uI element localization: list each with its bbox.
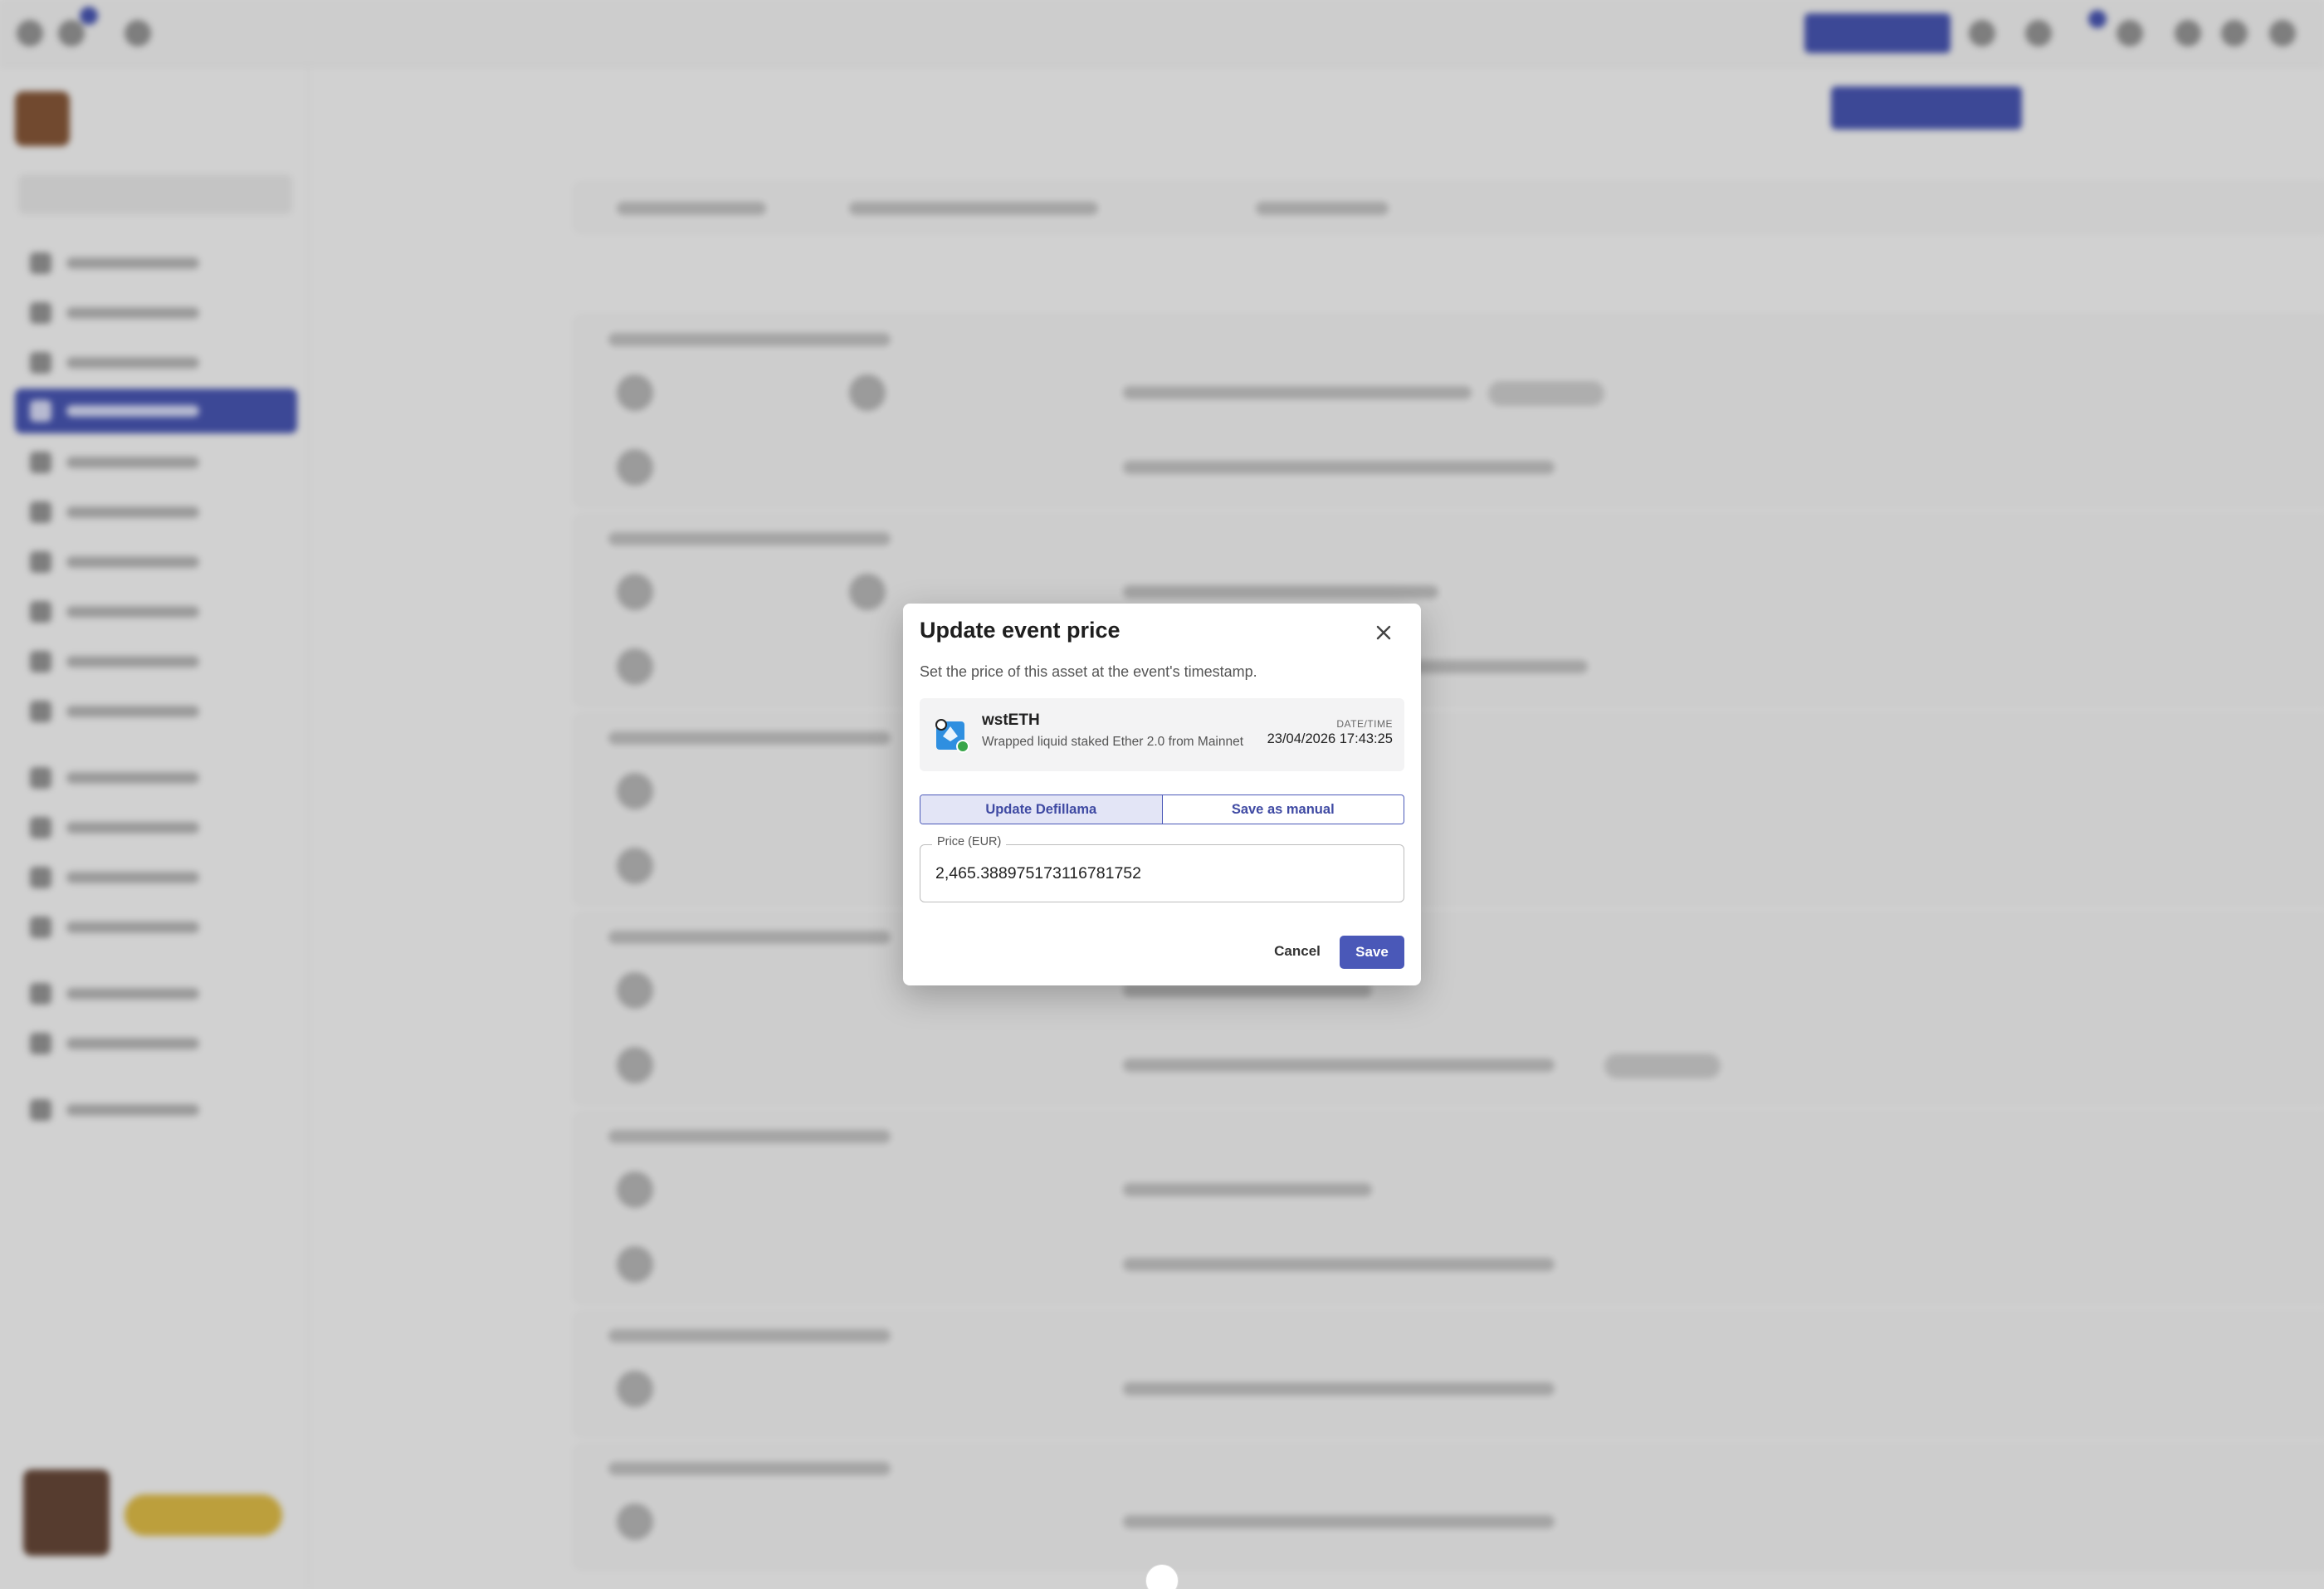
- price-field: Price (EUR): [920, 835, 1404, 902]
- dialog-description: Set the price of this asset at the event…: [920, 663, 1257, 680]
- update-defillama-button[interactable]: Update Defillama: [920, 795, 1162, 824]
- price-source-toggle: Update Defillama Save as manual: [920, 794, 1404, 824]
- dialog-title: Update event price: [920, 618, 1120, 643]
- wsteth-asset-icon: [935, 718, 969, 753]
- page: Update event price Set the price of this…: [0, 0, 2324, 1589]
- save-button[interactable]: Save: [1340, 936, 1404, 969]
- asset-info-card: wstETH Wrapped liquid staked Ether 2.0 f…: [920, 698, 1404, 771]
- datetime-value: 23/04/2026 17:43:25: [1267, 731, 1393, 746]
- price-field-label: Price (EUR): [932, 835, 1007, 848]
- close-icon: [1374, 620, 1393, 648]
- asset-name: Wrapped liquid staked Ether 2.0 from Mai…: [982, 735, 1244, 749]
- cancel-button[interactable]: Cancel: [1268, 936, 1326, 967]
- price-input[interactable]: [935, 858, 1390, 888]
- close-button[interactable]: [1365, 615, 1403, 653]
- datetime-label: DATE/TIME: [1336, 718, 1393, 730]
- asset-symbol: wstETH: [982, 711, 1040, 729]
- update-event-price-dialog: Update event price Set the price of this…: [903, 604, 1421, 985]
- save-as-manual-button[interactable]: Save as manual: [1161, 795, 1404, 824]
